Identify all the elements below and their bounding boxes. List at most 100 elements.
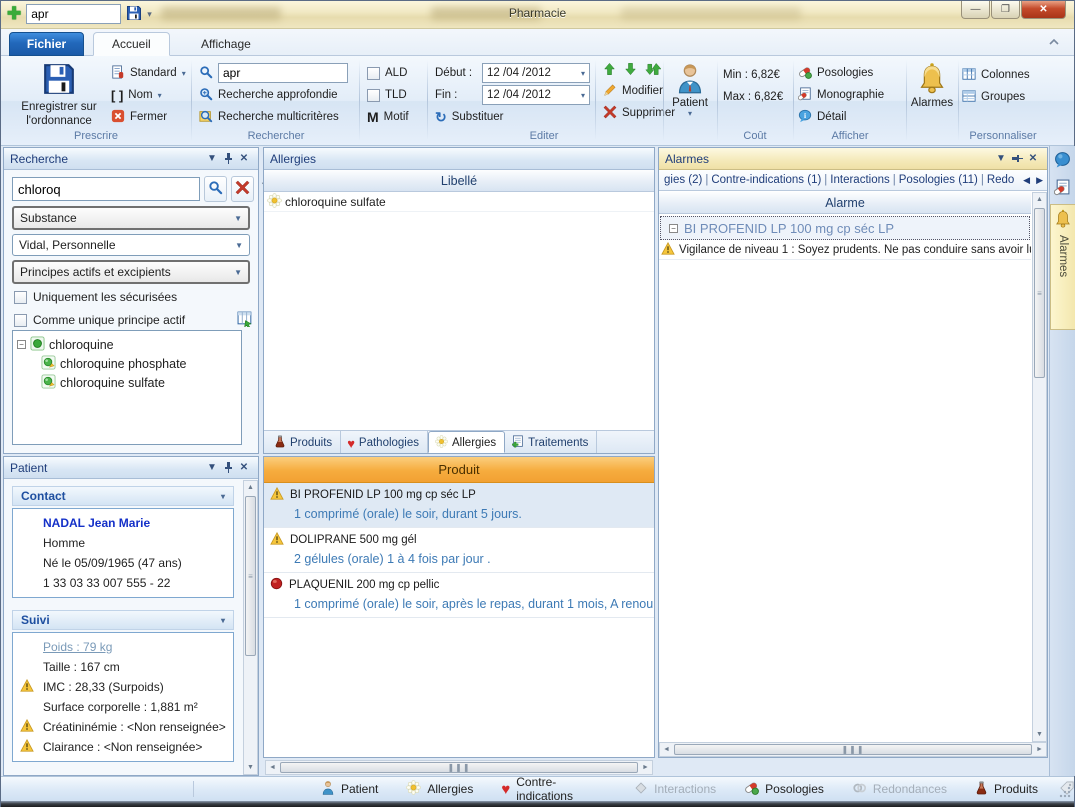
ald-checkbox[interactable]: ALD [367, 62, 425, 84]
scrollbar-thumb[interactable]: ❚❚❚ [674, 744, 1032, 755]
scroll-up-icon[interactable]: ▲ [1033, 193, 1046, 206]
scroll-left-icon[interactable]: ◄ [660, 743, 673, 756]
search-go-icon[interactable] [204, 176, 227, 202]
status-patient[interactable]: Patient [307, 780, 392, 798]
status-produits[interactable]: Produits [961, 781, 1052, 798]
recherche-input[interactable] [12, 177, 200, 201]
tree-node-child[interactable]: chloroquine phosphate [15, 354, 239, 373]
groupes-button[interactable]: Groupes [962, 86, 1030, 108]
close-panel-icon[interactable]: ✕ [236, 151, 252, 166]
produit-column-header[interactable]: Produit [264, 457, 654, 483]
tab-allergies[interactable]: Allergies [428, 431, 505, 453]
tabs-scroll-right-icon[interactable]: ▶ [1036, 175, 1043, 186]
posologies-button[interactable]: Posologies [798, 62, 884, 84]
product-row[interactable]: BI PROFENID LP 100 mg cp séc LP 1 compri… [264, 483, 654, 528]
scrollbar-thumb[interactable]: ❚❚❚ [280, 762, 638, 773]
alarmes-horizontal-scrollbar[interactable]: ◄ ❚❚❚ ► [659, 742, 1047, 757]
recherche-multicriteres-button[interactable]: Recherche multicritères [199, 106, 348, 128]
close-button[interactable]: ✕ [1021, 1, 1066, 19]
standard-button[interactable]: Standard▾ [111, 62, 186, 84]
panel-menu-icon[interactable]: ▼ [204, 151, 220, 166]
status-allergies[interactable]: Allergies [392, 780, 487, 798]
scroll-down-icon[interactable]: ▼ [244, 761, 257, 774]
product-row[interactable]: PLAQUENIL 200 mg cp pellic 1 comprimé (o… [264, 573, 654, 618]
fin-date-input[interactable]: 12 /04 /2012▾ [482, 85, 590, 105]
detail-button[interactable]: i Détail [798, 106, 884, 128]
tree-collapse-icon[interactable]: − [17, 340, 26, 349]
contact-section-header[interactable]: Contact▾ [12, 486, 234, 506]
close-panel-icon[interactable]: ✕ [1025, 151, 1041, 166]
securisees-checkbox[interactable]: Uniquement les sécurisées [14, 290, 258, 304]
alarmes-button[interactable]: Alarmes [908, 58, 956, 109]
collapse-ribbon-icon[interactable] [1048, 37, 1060, 49]
tld-checkbox[interactable]: TLD [367, 84, 425, 106]
alarm-tab-contre-indications[interactable]: Contre-indications (1) [708, 174, 824, 186]
allergy-row[interactable]: chloroquine sulfate [264, 192, 654, 212]
status-interactions[interactable]: Interactions [620, 781, 730, 798]
alarm-tab-allergies[interactable]: gies (2) [661, 174, 705, 186]
patient-button[interactable]: Patient ▾ [665, 58, 715, 118]
restore-button[interactable]: ❐ [991, 1, 1020, 19]
center-horizontal-scrollbar[interactable]: ◄ ❚❚❚ ► [265, 760, 653, 775]
recherche-approfondie-button[interactable]: Recherche approfondie [199, 84, 348, 106]
move-down-icon[interactable] [624, 62, 637, 79]
patient-panel-scrollbar[interactable]: ▲ ≡ ▼ [243, 480, 258, 775]
panel-menu-icon[interactable]: ▼ [993, 151, 1009, 166]
resize-grip[interactable] [1059, 786, 1071, 798]
scroll-down-icon[interactable]: ▼ [1033, 728, 1046, 741]
search-source-select[interactable]: Vidal, Personnelle▼ [12, 234, 250, 256]
fermer-button[interactable]: Fermer [111, 106, 186, 128]
move-both-icon[interactable] [645, 62, 661, 79]
move-up-icon[interactable] [603, 62, 616, 79]
scroll-right-icon[interactable]: ► [1033, 743, 1046, 756]
alarme-column-header[interactable]: Alarme [659, 192, 1031, 214]
close-panel-icon[interactable]: ✕ [236, 460, 252, 475]
alarmes-dock-tab[interactable]: Alarmes [1050, 204, 1075, 330]
status-redondances[interactable]: Redondances [838, 781, 961, 798]
suivi-row-poids[interactable]: Poids : 79 kg [13, 637, 233, 657]
minimize-button[interactable]: — [961, 1, 990, 19]
colonnes-button[interactable]: Colonnes [962, 64, 1030, 86]
monographie-button[interactable]: Monographie [798, 84, 884, 106]
principe-checkbox[interactable]: Comme unique principe actif [14, 310, 258, 330]
poids-link[interactable]: Poids : 79 kg [43, 640, 112, 654]
enregistrer-ordonnance-button[interactable]: Enregistrer sur l'ordonnance [11, 58, 107, 129]
scrollbar-thumb[interactable]: ≡ [1034, 208, 1045, 378]
tab-produits[interactable]: Produits [268, 431, 341, 453]
debut-date-input[interactable]: 12 /04 /2012▾ [482, 63, 590, 83]
group-collapse-icon[interactable]: − [669, 224, 678, 233]
alarm-group-row[interactable]: − BI PROFENID LP 100 mg cp séc LP [660, 216, 1030, 240]
scroll-left-icon[interactable]: ◄ [266, 761, 279, 774]
detail-dock-tab[interactable] [1050, 148, 1075, 174]
tab-fichier[interactable]: Fichier [9, 32, 84, 56]
scroll-up-icon[interactable]: ▲ [244, 481, 257, 494]
search-type-select[interactable]: Substance▼ [12, 206, 250, 230]
panel-menu-icon[interactable]: ▼ [204, 460, 220, 475]
pin-icon[interactable] [220, 460, 236, 475]
alarm-row[interactable]: Vigilance de niveau 1 : Soyez prudents. … [659, 240, 1031, 260]
tab-traitements[interactable]: Traitements [505, 431, 597, 453]
alarm-tab-redondances[interactable]: Redo [984, 174, 1018, 186]
suivi-section-header[interactable]: Suivi▾ [12, 610, 234, 630]
alarmes-vertical-scrollbar[interactable]: ▲ ≡ ▼ [1032, 192, 1047, 742]
status-contre-indications[interactable]: ♥ Contre-indications [487, 775, 620, 803]
pin-icon[interactable] [1009, 151, 1025, 166]
alarm-tab-posologies[interactable]: Posologies (11) [896, 174, 981, 186]
tabs-scroll-left-icon[interactable]: ◀ [1023, 175, 1030, 186]
substituer-button[interactable]: ↻ Substituer [435, 106, 590, 128]
pin-icon[interactable] [220, 151, 236, 166]
scroll-right-icon[interactable]: ► [639, 761, 652, 774]
motif-button[interactable]: MMotif [367, 106, 425, 128]
tree-node-root[interactable]: − chloroquine [15, 335, 239, 354]
scrollbar-thumb[interactable]: ≡ [245, 496, 256, 656]
monographie-dock-tab[interactable] [1050, 176, 1075, 202]
clear-search-icon[interactable] [231, 176, 254, 202]
status-posologies[interactable]: Posologies [730, 780, 838, 798]
export-table-icon[interactable] [237, 310, 254, 330]
nom-button[interactable]: [ ] Nom▾ [111, 84, 186, 106]
alarm-tab-interactions[interactable]: Interactions [827, 174, 892, 186]
tab-pathologies[interactable]: ♥ Pathologies [341, 431, 428, 453]
libelle-column-header[interactable]: Libellé [264, 170, 654, 192]
ribbon-search-input[interactable] [218, 63, 348, 83]
tab-affichage[interactable]: Affichage [183, 32, 269, 56]
